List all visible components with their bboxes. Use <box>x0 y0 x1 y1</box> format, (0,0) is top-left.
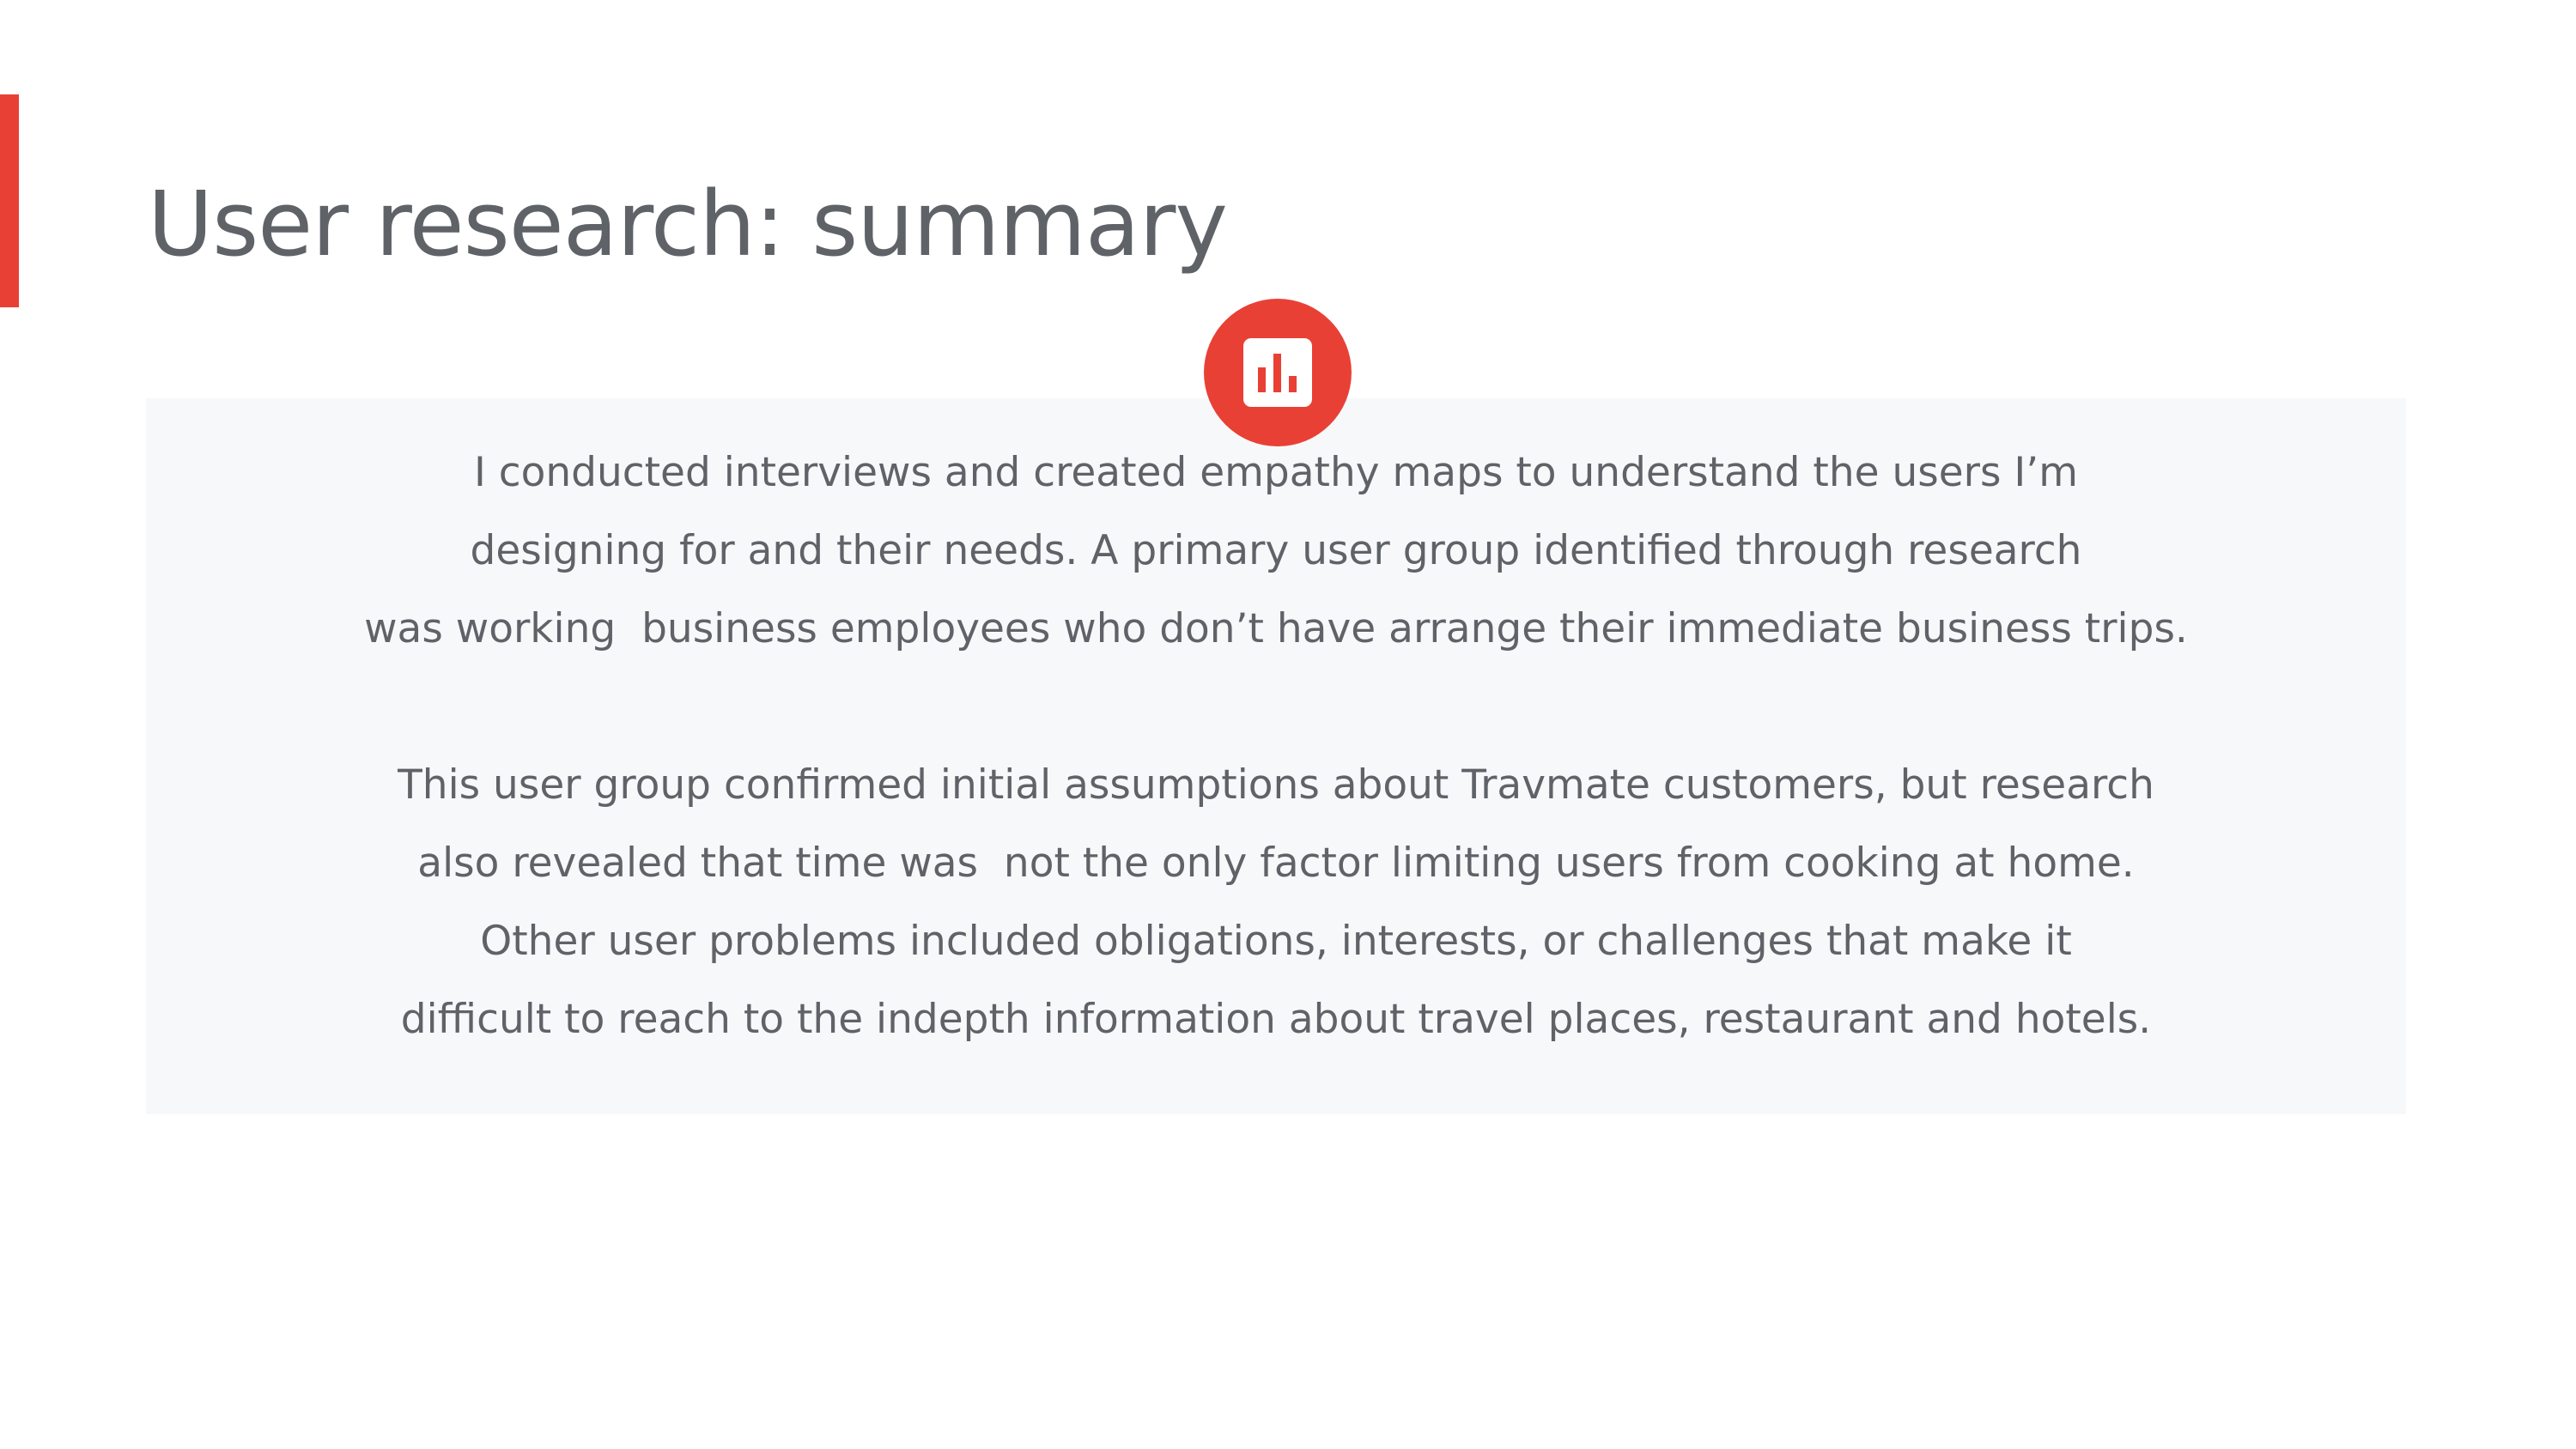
bar-chart-icon <box>1243 338 1312 407</box>
page-title: User research: summary <box>148 172 1228 276</box>
text-line: Other user problems included obligations… <box>480 918 2072 965</box>
text-line: designing for and their needs. A primary… <box>470 527 2082 574</box>
summary-paragraph-1: I conducted interviews and created empat… <box>146 433 2406 668</box>
accent-bar <box>0 94 19 307</box>
text-line: also revealed that time was not the only… <box>417 840 2135 887</box>
chart-badge <box>1204 299 1352 446</box>
text-line: This user group confirmed initial assump… <box>398 761 2154 809</box>
text-line: was working business employees who don’t… <box>364 605 2188 652</box>
summary-paragraph-2: This user group confirmed initial assump… <box>146 746 2406 1058</box>
text-line: difficult to reach to the indepth inform… <box>400 996 2152 1043</box>
